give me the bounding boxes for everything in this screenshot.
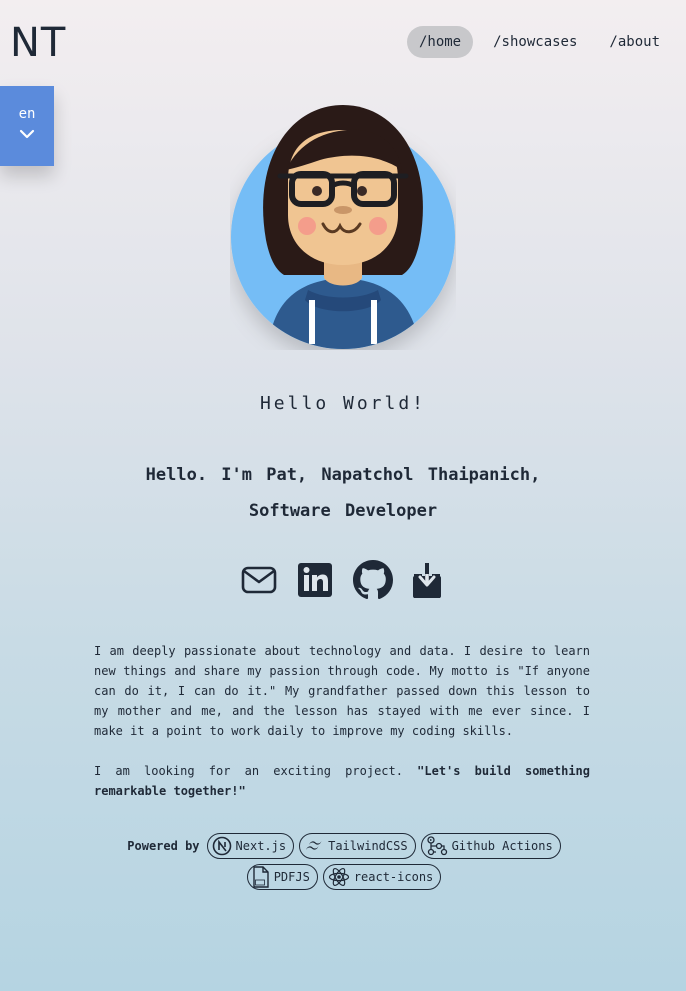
react-icon <box>328 867 349 887</box>
bio-paragraph-1: I am deeply passionate about technology … <box>94 644 590 738</box>
mail-icon <box>241 566 277 594</box>
github-icon <box>353 560 393 600</box>
pdf-icon <box>252 866 269 888</box>
chevron-down-icon <box>19 129 35 139</box>
download-icon <box>413 563 441 598</box>
nav-about-link[interactable]: /about <box>597 26 672 58</box>
social-links <box>0 560 686 600</box>
tailwind-label: TailwindCSS <box>328 839 408 853</box>
github-actions-icon <box>426 836 447 856</box>
greeting-text: Hello World! <box>259 393 427 414</box>
github-link[interactable] <box>353 560 393 600</box>
github-actions-label: Github Actions <box>451 839 553 853</box>
language-code: en <box>18 106 36 122</box>
github-actions-chip[interactable]: Github Actions <box>420 833 561 859</box>
site-logo[interactable]: NT <box>10 20 66 66</box>
linkedin-link[interactable] <box>297 560 333 600</box>
nav-home-link[interactable]: /home <box>406 26 474 58</box>
pdfjs-chip[interactable]: PDFJS <box>246 864 318 890</box>
react-icons-label: react-icons <box>353 870 434 884</box>
linkedin-icon <box>298 563 332 597</box>
nextjs-icon <box>212 836 231 856</box>
intro-line-role: Software Developer <box>248 501 438 521</box>
bio-section: I am deeply passionate about technology … <box>94 641 590 821</box>
tailwind-icon <box>306 841 322 850</box>
intro-line-name: Hello. I'm Pat, Napatchol Thaipanich, <box>145 465 541 485</box>
main-nav: /home /showcases /about <box>406 26 672 58</box>
avatar <box>230 100 456 350</box>
nav-showcases-link[interactable]: /showcases <box>481 26 589 58</box>
nextjs-label: Next.js <box>235 839 287 853</box>
nextjs-chip[interactable]: Next.js <box>206 833 295 859</box>
intro-heading: Hello. I'm Pat, Napatchol Thaipanich, So… <box>80 457 606 529</box>
bio-paragraph-2: I am looking for an exciting project. "L… <box>94 761 590 801</box>
powered-by-label: Powered by <box>127 839 200 853</box>
powered-by: Powered by Next.js TailwindCSS Github Ac… <box>92 833 596 890</box>
react-icons-chip[interactable]: react-icons <box>322 864 442 890</box>
email-link[interactable] <box>241 560 277 600</box>
avatar-illustration <box>231 105 455 349</box>
bio-call-text: I am looking for an exciting project. <box>94 764 418 778</box>
language-selector[interactable]: en <box>0 86 54 166</box>
tailwind-chip[interactable]: TailwindCSS <box>299 833 416 859</box>
pdfjs-label: PDFJS <box>273 870 310 884</box>
resume-download-link[interactable] <box>409 560 445 600</box>
